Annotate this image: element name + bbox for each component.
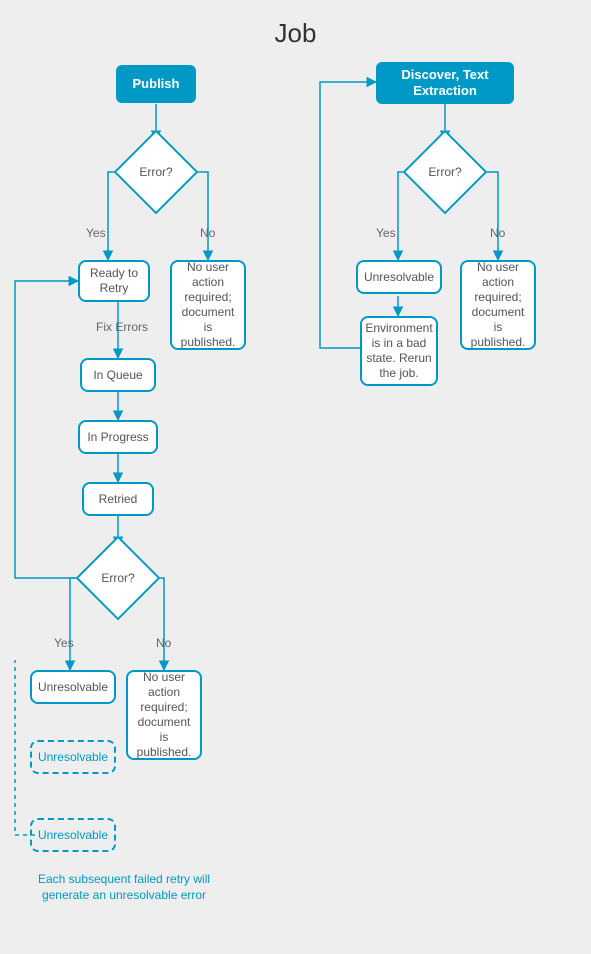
yes-label-right: Yes (376, 226, 396, 240)
footnote: Each subsequent failed retry will genera… (24, 872, 224, 903)
no-action-right: No user action required; document is pub… (460, 260, 536, 350)
unresolvable-3: Unresolvable (30, 818, 116, 852)
ready-to-retry: Ready to Retry (78, 260, 150, 302)
no-label-2: No (156, 636, 171, 650)
no-label-right: No (490, 226, 505, 240)
discover-start: Discover, Text Extraction (376, 62, 514, 104)
diagram-page: Job (0, 0, 591, 954)
error-decision-right: Error? (415, 142, 475, 202)
no-action-1: No user action required; document is pub… (170, 260, 246, 350)
error-decision-1: Error? (126, 142, 186, 202)
yes-label-2: Yes (54, 636, 74, 650)
page-title: Job (0, 18, 591, 49)
unresolvable-1: Unresolvable (30, 670, 116, 704)
publish-start: Publish (116, 65, 196, 103)
connector-lines (0, 0, 591, 954)
no-label-1: No (200, 226, 215, 240)
unresolvable-right: Unresolvable (356, 260, 442, 294)
unresolvable-2: Unresolvable (30, 740, 116, 774)
in-progress: In Progress (78, 420, 158, 454)
error-decision-2: Error? (88, 548, 148, 608)
yes-label-1: Yes (86, 226, 106, 240)
in-queue: In Queue (80, 358, 156, 392)
rerun-job: Environment is in a bad state. Rerun the… (360, 316, 438, 386)
fix-errors-label: Fix Errors (96, 320, 148, 334)
retried: Retried (82, 482, 154, 516)
no-action-2: No user action required; document is pub… (126, 670, 202, 760)
